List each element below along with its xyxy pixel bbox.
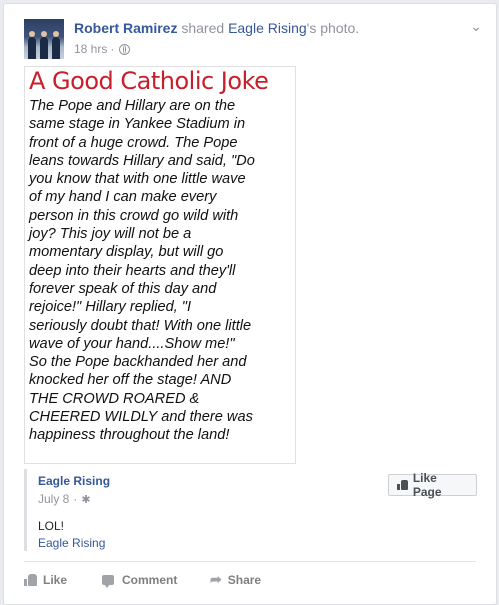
meta-separator: ·: [73, 492, 78, 506]
gear-icon: ✱: [81, 493, 91, 506]
share-button[interactable]: ➦ Share: [210, 571, 261, 588]
image-text-line: rejoice!" Hillary replied, "I: [29, 299, 192, 316]
avatar-figure: [40, 37, 48, 59]
image-text-line: person in this crowd go wild with: [29, 207, 239, 224]
thumbs-up-icon: [24, 573, 37, 586]
image-text-line: CHEERED WILDLY and there was: [29, 409, 253, 426]
shared-suffix: 's photo.: [306, 20, 360, 36]
avatar-figure-head: [41, 31, 47, 37]
avatar-figure-head: [53, 31, 59, 37]
image-text-line: seriously doubt that! With one little: [29, 317, 252, 334]
share-label: Share: [227, 572, 262, 587]
post-meta: 18 hrs ·: [74, 42, 131, 56]
like-page-label: Like Page: [412, 471, 442, 499]
comment-icon: [102, 574, 114, 588]
post-card: Robert Ramirez shared Eagle Rising's pho…: [3, 3, 497, 605]
like-page-button[interactable]: Like Page: [388, 471, 477, 499]
comment-label: Comment: [122, 572, 178, 587]
image-text-line: So the Pope backhanded her and: [29, 354, 247, 371]
shared-post-text: LOL!: [38, 519, 65, 533]
post-header: Robert Ramirez shared Eagle Rising's pho…: [74, 20, 359, 36]
chevron-down-icon[interactable]: ⌄: [470, 18, 482, 35]
like-button[interactable]: Like: [24, 571, 102, 588]
image-text: The Pope and Hillary are on the same sta…: [29, 97, 291, 445]
action-text: shared: [181, 20, 225, 36]
avatar-figure-head: [29, 31, 35, 37]
image-text-line: you know that with one little wave: [29, 171, 246, 188]
shared-post: Eagle Rising July 8 · ✱ Like Page LOL! E…: [24, 469, 477, 551]
shared-post-meta: July 8 · ✱: [38, 492, 91, 506]
post-image[interactable]: A Good Catholic Joke The Pope and Hillar…: [24, 66, 296, 464]
action-bar: Like Comment ➦ Share: [24, 571, 261, 588]
image-text-line: THE CROWD ROARED &: [29, 390, 200, 407]
image-text-line: knocked her off the stage! AND: [29, 372, 232, 389]
share-arrow-icon: ➦: [210, 571, 222, 587]
divider: [24, 561, 476, 562]
image-text-line: same stage in Yankee Stadium in: [29, 116, 246, 133]
image-title: A Good Catholic Joke: [29, 67, 269, 95]
image-text-line: wave of your hand....Show me!": [29, 335, 235, 352]
like-label: Like: [43, 572, 68, 587]
image-text-line: deep into their hearts and they'll: [29, 262, 236, 279]
image-text-line: front of a huge crowd. The Pope: [29, 134, 238, 151]
comment-button[interactable]: Comment: [102, 571, 210, 588]
image-text-line: leans towards Hillary and said, "Do: [29, 152, 255, 169]
page-name-link[interactable]: Eagle Rising: [38, 474, 110, 488]
image-text-line: momentary display, but will go: [29, 244, 224, 261]
shared-post-page-link[interactable]: Eagle Rising: [38, 536, 105, 550]
image-text-line: forever speak of this day and: [29, 280, 217, 297]
avatar-figure: [52, 37, 60, 59]
thumbs-up-icon: [397, 480, 408, 490]
meta-separator: ·: [110, 42, 115, 56]
shared-post-date[interactable]: July 8: [38, 492, 69, 506]
image-text-line: of my hand I can make every: [29, 189, 217, 206]
avatar[interactable]: [24, 19, 64, 59]
image-text-line: joy? This joy will not be a: [29, 226, 192, 243]
image-text-line: The Pope and Hillary are on the: [29, 98, 236, 114]
author-name[interactable]: Robert Ramirez: [74, 20, 177, 36]
shared-from-link[interactable]: Eagle Rising: [228, 20, 307, 36]
image-text-line: happiness throughout the land!: [29, 427, 230, 444]
globe-icon[interactable]: [119, 43, 131, 55]
avatar-figure: [28, 37, 36, 59]
post-time[interactable]: 18 hrs: [74, 42, 107, 56]
